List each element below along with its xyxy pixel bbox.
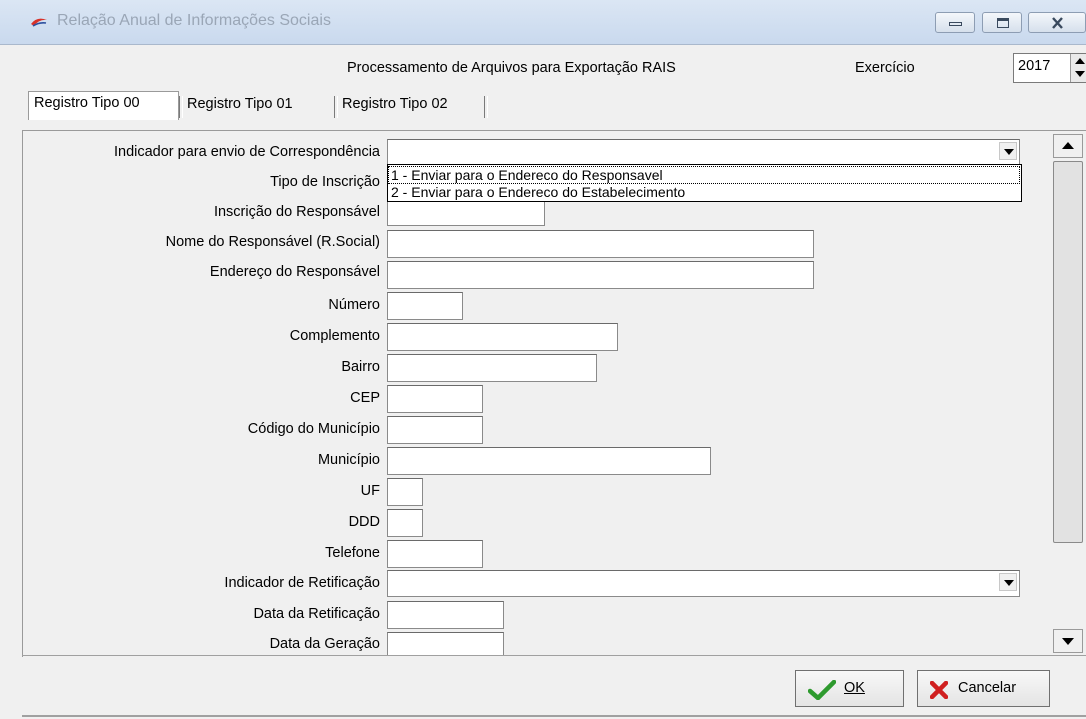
- form-labels: Indicador para envio de Correspondência …: [0, 0, 380, 719]
- label-endereco-responsavel: Endereço do Responsável: [209, 264, 380, 280]
- header-title: Processamento de Arquivos para Exportaçã…: [347, 60, 676, 76]
- exercicio-value: 2017: [1018, 58, 1051, 74]
- scroll-down-button[interactable]: [1053, 629, 1083, 653]
- scroll-up-button[interactable]: [1053, 134, 1083, 158]
- label-telefone: Telefone: [325, 545, 380, 561]
- label-data-geracao: Data da Geração: [269, 636, 380, 652]
- exercicio-spinbox[interactable]: 2017: [1013, 53, 1086, 83]
- ok-label: OK: [844, 680, 865, 696]
- bairro-field[interactable]: [387, 354, 597, 382]
- cep-field[interactable]: [387, 385, 483, 413]
- exercicio-spin-buttons[interactable]: [1070, 54, 1086, 82]
- label-bairro: Bairro: [341, 359, 380, 375]
- close-button[interactable]: [1028, 12, 1086, 33]
- label-numero: Número: [328, 297, 380, 313]
- exercicio-label: Exercício: [855, 60, 915, 76]
- label-codigo-municipio: Código do Município: [247, 421, 380, 437]
- footer-divider: [22, 655, 1086, 656]
- inscricao-responsavel-field[interactable]: [387, 200, 545, 226]
- data-geracao-field[interactable]: [387, 632, 504, 656]
- minimize-button[interactable]: [935, 12, 975, 33]
- label-uf: UF: [360, 483, 380, 499]
- label-ddd: DDD: [348, 514, 380, 530]
- label-indicador-correspondencia: Indicador para envio de Correspondência: [113, 144, 380, 160]
- telefone-field[interactable]: [387, 540, 483, 568]
- label-data-retificacao: Data da Retificação: [253, 606, 380, 622]
- nome-responsavel-field[interactable]: [387, 230, 814, 258]
- green-checkmark-icon: [808, 680, 836, 700]
- label-municipio: Município: [317, 452, 380, 468]
- municipio-field[interactable]: [387, 447, 711, 475]
- label-nome-responsavel: Nome do Responsável (R.Social): [165, 234, 380, 250]
- correspondencia-dropdown-list: 1 - Enviar para o Endereco do Responsave…: [387, 164, 1022, 202]
- spin-down-icon[interactable]: [1075, 71, 1085, 77]
- scrollbar-thumb[interactable]: [1053, 161, 1083, 543]
- numero-field[interactable]: [387, 292, 463, 320]
- minimize-icon: [949, 22, 962, 26]
- uf-field[interactable]: [387, 478, 423, 506]
- cancel-button[interactable]: Cancelar: [917, 670, 1050, 707]
- tab-separator: [484, 96, 488, 118]
- maximize-icon: [997, 18, 1009, 28]
- codigo-municipio-field[interactable]: [387, 416, 483, 444]
- ddd-field[interactable]: [387, 509, 423, 537]
- chevron-down-icon[interactable]: [999, 573, 1017, 591]
- label-indicador-retificacao: Indicador de Retificação: [224, 575, 380, 591]
- label-tipo-inscricao: Tipo de Inscrição: [270, 174, 380, 190]
- label-cep: CEP: [350, 390, 380, 406]
- close-icon: [1052, 17, 1063, 29]
- dropdown-option[interactable]: 1 - Enviar para o Endereco do Responsave…: [388, 166, 1020, 184]
- complemento-field[interactable]: [387, 323, 618, 351]
- maximize-button[interactable]: [982, 12, 1022, 33]
- indicador-correspondencia-combo[interactable]: [387, 139, 1020, 165]
- spin-up-icon[interactable]: [1075, 58, 1085, 64]
- red-x-icon: [930, 681, 948, 699]
- arrow-down-icon: [1062, 638, 1074, 645]
- cancel-label: Cancelar: [958, 680, 1017, 696]
- label-complemento: Complemento: [289, 328, 380, 344]
- vertical-scrollbar[interactable]: [1050, 131, 1086, 655]
- bottom-border: [22, 715, 1086, 717]
- endereco-responsavel-field[interactable]: [387, 261, 814, 289]
- label-inscricao-responsavel: Inscrição do Responsável: [213, 204, 380, 220]
- arrow-up-icon: [1062, 142, 1074, 149]
- dropdown-option[interactable]: 2 - Enviar para o Endereco do Estabeleci…: [389, 184, 1019, 200]
- data-retificacao-field[interactable]: [387, 601, 504, 629]
- indicador-retificacao-combo[interactable]: [387, 570, 1020, 597]
- ok-button[interactable]: OK: [795, 670, 904, 707]
- chevron-down-icon[interactable]: [999, 142, 1017, 160]
